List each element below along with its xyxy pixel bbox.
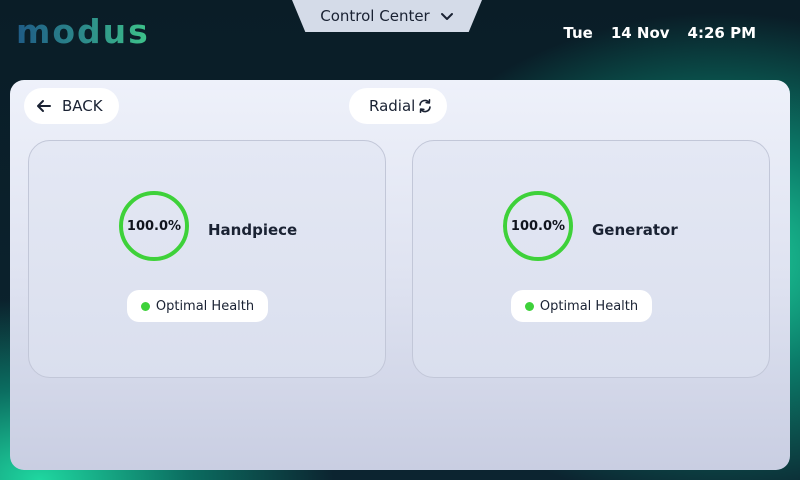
control-center-label: Control Center — [320, 7, 430, 25]
health-percent: 100.0% — [126, 218, 182, 234]
status-label: Optimal Health — [155, 298, 255, 314]
device-card-generator[interactable]: 100.0% Generator Optimal Health — [412, 140, 770, 378]
back-label: BACK — [62, 97, 103, 115]
arrow-left-icon — [37, 100, 51, 112]
main-panel: BACK Radial 100.0% Handpiece Optimal Hea… — [10, 80, 790, 470]
refresh-swap-icon — [419, 99, 432, 113]
status-badge: Optimal Health — [511, 290, 652, 322]
date-label: 14 Nov — [610, 24, 670, 42]
chevron-down-icon — [440, 13, 453, 20]
modus-logo: modus — [16, 12, 150, 51]
status-dot-icon — [140, 301, 150, 311]
view-label: Radial — [369, 97, 416, 115]
status-dot-icon — [524, 301, 534, 311]
datetime-display: Tue 14 Nov 4:26 PM — [563, 24, 756, 42]
control-center-dropdown[interactable]: Control Center — [292, 0, 482, 32]
status-label: Optimal Health — [539, 298, 639, 314]
device-card-handpiece[interactable]: 100.0% Handpiece Optimal Health — [28, 140, 386, 378]
back-button[interactable]: BACK — [24, 88, 119, 124]
device-name: Generator — [592, 221, 678, 239]
device-name: Handpiece — [208, 221, 298, 239]
status-badge: Optimal Health — [127, 290, 268, 322]
view-toggle-button[interactable]: Radial — [349, 88, 448, 124]
health-percent: 100.0% — [510, 218, 566, 234]
day-label: Tue — [563, 24, 593, 42]
time-label: 4:26 PM — [687, 24, 756, 42]
